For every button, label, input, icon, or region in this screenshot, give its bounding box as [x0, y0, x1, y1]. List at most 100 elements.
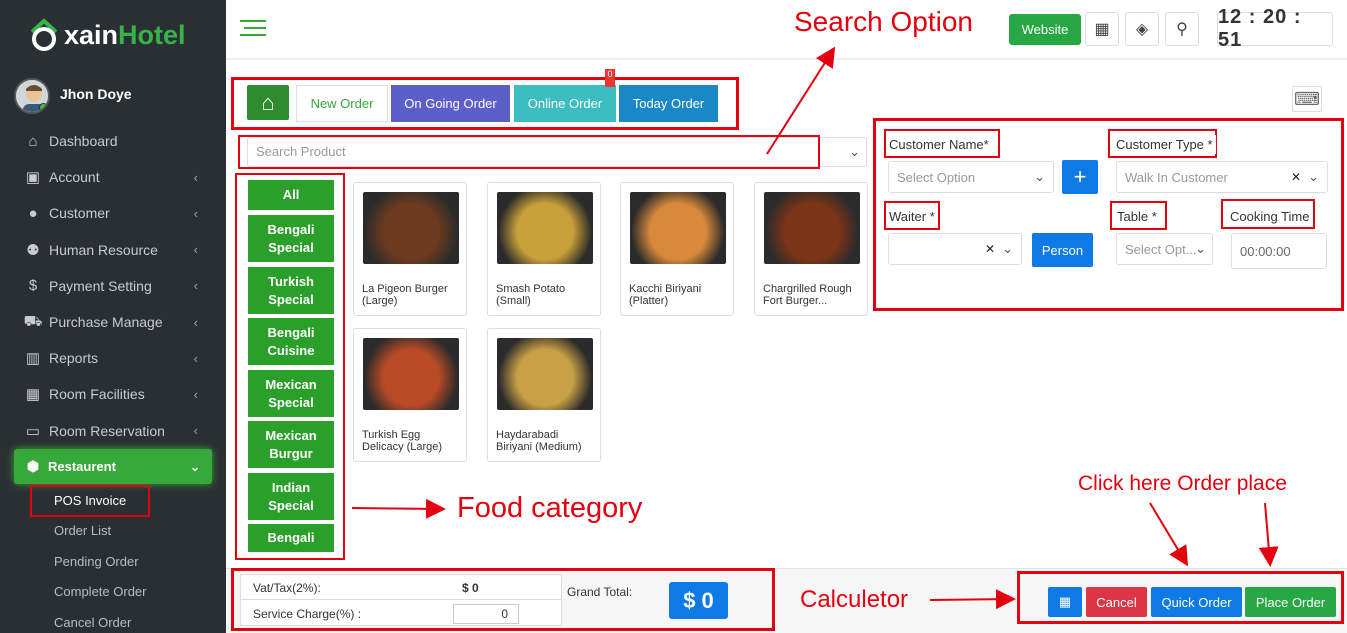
- arrow-food: [351, 498, 446, 519]
- waiter-select[interactable]: ✕ ⌄: [888, 233, 1022, 265]
- grand-total-label: Grand Total:: [567, 585, 633, 599]
- annotation-box-pos-invoice: [30, 485, 150, 517]
- category-button[interactable]: Mexican Special: [248, 370, 334, 417]
- home-icon: ⌂: [28, 132, 38, 150]
- clear-icon[interactable]: ✕: [1291, 170, 1301, 184]
- sidebar-item-account[interactable]: ▣ Account ‹: [0, 160, 226, 194]
- chevron-left-icon: ‹: [193, 423, 198, 439]
- sidebar-item-customer[interactable]: ● Customer ‹: [0, 196, 226, 230]
- logo[interactable]: xain Hotel: [28, 10, 218, 60]
- sidebar-item-room-reservation[interactable]: ▭ Room Reservation ‹: [0, 414, 226, 448]
- place-order-button[interactable]: Place Order: [1245, 587, 1336, 617]
- product-name: Haydarabadi Biriyani (Medium): [496, 429, 582, 453]
- sidebar-item-purchase-manage[interactable]: ⛟ Purchase Manage ‹: [0, 305, 226, 339]
- tab-online-order[interactable]: Online Order: [514, 85, 616, 122]
- sidebar-item-human-resource[interactable]: ⚉ Human Resource ‹: [0, 233, 226, 267]
- home-icon: ⌂: [261, 89, 275, 115]
- chevron-down-icon: ⌄: [1195, 241, 1206, 256]
- product-card[interactable]: Turkish Egg Delicacy (Large): [353, 328, 467, 462]
- submenu-item-order-list[interactable]: Order List: [54, 523, 111, 538]
- sidebar-item-room-facilities[interactable]: ▦ Room Facilities ‹: [0, 377, 226, 411]
- tab-today-order[interactable]: Today Order: [619, 85, 718, 122]
- submenu-item-cancel-order[interactable]: Cancel Order: [54, 615, 131, 630]
- customer-name-select[interactable]: Select Option ⌄: [888, 161, 1054, 193]
- cooking-time-input[interactable]: 00:00:00: [1231, 233, 1327, 269]
- home-button[interactable]: ⌂: [247, 85, 289, 120]
- submenu-item-complete-order[interactable]: Complete Order: [54, 584, 146, 599]
- category-button[interactable]: Indian Special: [248, 473, 334, 520]
- sidebar-item-label: Payment Setting: [49, 277, 152, 294]
- vat-label: Vat/Tax(2%):: [253, 581, 321, 595]
- sidebar-item-dashboard[interactable]: ⌂ Dashboard: [0, 124, 226, 158]
- tab-ongoing-order[interactable]: On Going Order: [391, 85, 510, 122]
- chevron-left-icon: ‹: [193, 314, 198, 330]
- grand-total-value: $ 0: [669, 582, 728, 619]
- briefcase-icon: ▣: [25, 169, 41, 187]
- website-button[interactable]: Website: [1009, 14, 1081, 45]
- category-button[interactable]: Bengali: [248, 524, 334, 552]
- user-name: Jhon Doye: [60, 86, 132, 102]
- product-card[interactable]: Haydarabadi Biriyani (Medium): [487, 328, 601, 462]
- cart-icon: ⛟: [23, 312, 43, 330]
- keyboard-icon[interactable]: ⌨: [1292, 86, 1322, 112]
- clock: 12 : 20 : 51: [1217, 6, 1333, 51]
- customer-type-select[interactable]: Walk In Customer ✕ ⌄: [1116, 161, 1328, 193]
- category-button[interactable]: Bengali Cuisine: [248, 318, 334, 365]
- product-card[interactable]: La Pigeon Burger (Large): [353, 182, 467, 316]
- product-card[interactable]: Smash Potato (Small): [487, 182, 601, 316]
- waiter-label: Waiter *: [886, 207, 938, 226]
- product-image: [497, 192, 593, 264]
- sidebar-item-restaurent[interactable]: ⬢ Restaurent ⌄: [14, 449, 212, 484]
- dollar-icon: $: [28, 277, 38, 295]
- clear-icon[interactable]: ✕: [985, 242, 995, 256]
- add-customer-button[interactable]: +: [1062, 160, 1098, 194]
- product-card[interactable]: Chargrilled Rough Fort Burger...: [754, 182, 868, 316]
- sidebar-item-label: Human Resource: [49, 241, 158, 258]
- sidebar-item-label: Dashboard: [49, 133, 118, 149]
- quick-order-button[interactable]: Quick Order: [1151, 587, 1242, 617]
- navigation-icon[interactable]: ◈: [1125, 12, 1159, 46]
- chevron-left-icon: ‹: [193, 242, 198, 258]
- category-button[interactable]: Mexican Burgur: [248, 421, 334, 468]
- sidebar-item-label: Customer: [49, 205, 110, 222]
- menu-toggle-icon[interactable]: [240, 20, 266, 38]
- product-name: Kacchi Biriyani (Platter): [629, 283, 702, 307]
- submenu-item-pending-order[interactable]: Pending Order: [54, 554, 139, 569]
- product-image: [630, 192, 726, 264]
- customer-name-placeholder: Select Option: [897, 169, 976, 185]
- category-button[interactable]: All: [248, 180, 334, 210]
- logo-text-accent: Hotel: [118, 19, 186, 50]
- divider: [240, 599, 562, 600]
- cube-icon: ⬢: [26, 458, 40, 474]
- annotation-search-option: Search Option: [794, 6, 973, 37]
- add-user-icon[interactable]: ⚲: [1165, 12, 1199, 46]
- tab-new-order[interactable]: New Order: [296, 85, 388, 122]
- users-icon: ⚉: [26, 241, 40, 259]
- sidebar-item-reports[interactable]: ▥ Reports ‹: [0, 341, 226, 375]
- person-button[interactable]: Person: [1032, 233, 1093, 267]
- chevron-down-icon: ⌄: [189, 459, 200, 474]
- product-image: [497, 338, 593, 410]
- sidebar-item-payment-setting[interactable]: $ Payment Setting ‹: [0, 269, 226, 303]
- sidebar-item-label: Reports: [49, 350, 99, 367]
- category-button[interactable]: Turkish Special: [248, 267, 334, 314]
- sidebar-item-label: Purchase Manage: [49, 314, 163, 330]
- cooking-time-label: Cooking Time: [1227, 207, 1313, 226]
- product-name: Smash Potato (Small): [496, 283, 566, 307]
- avatar[interactable]: [14, 78, 50, 114]
- sidebar-item-label: Account: [49, 169, 100, 186]
- service-charge-input[interactable]: 0: [453, 604, 519, 624]
- category-button[interactable]: Bengali Special: [248, 215, 334, 262]
- chevron-left-icon: ‹: [193, 169, 198, 185]
- calculator-button[interactable]: ▦: [1048, 587, 1082, 617]
- customer-name-label: Customer Name*: [886, 135, 992, 154]
- grid-view-icon[interactable]: ▦: [1085, 12, 1119, 46]
- annotation-order-place: Click here Order place: [1078, 472, 1287, 495]
- sidebar-item-label: Room Reservation: [49, 422, 165, 439]
- product-card[interactable]: Kacchi Biriyani (Platter): [620, 182, 734, 316]
- table-select[interactable]: Select Opt... ⌄: [1116, 233, 1213, 265]
- cancel-button[interactable]: Cancel: [1086, 587, 1147, 617]
- calculator-icon: ▦: [1058, 594, 1072, 609]
- bar-chart-icon: ▥: [25, 350, 41, 368]
- online-status-dot: [39, 103, 48, 112]
